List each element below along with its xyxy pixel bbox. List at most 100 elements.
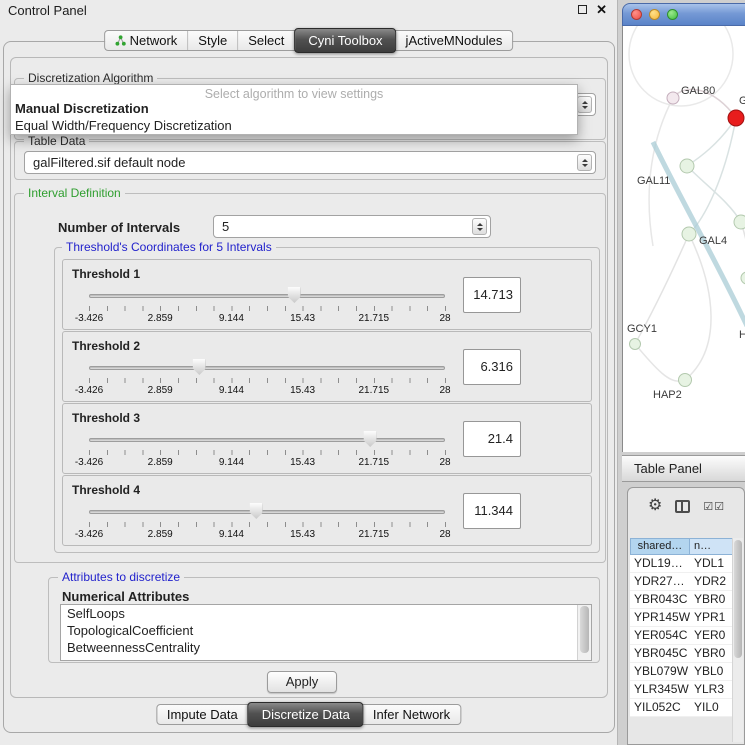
network-node-selected[interactable]: [728, 110, 744, 126]
table-scrollbar[interactable]: [732, 538, 743, 742]
slider-track[interactable]: [89, 366, 445, 370]
table-row[interactable]: YIL052CYIL0: [630, 699, 742, 717]
float-window-icon[interactable]: [578, 5, 587, 14]
threshold-value-field[interactable]: 6.316: [463, 349, 521, 385]
table-data-group-label: Table Data: [24, 134, 89, 148]
scale-label: 9.144: [219, 385, 244, 396]
slider-track[interactable]: [89, 294, 445, 298]
algorithm-dropdown-popup: Select algorithm to view settings Manual…: [10, 84, 578, 135]
tab-jactivemnodules[interactable]: jActiveMNodules: [396, 31, 513, 50]
tab-label: Select: [248, 31, 284, 50]
slider-scale: -3.426 2.859 9.144 15.43 21.715 28: [89, 457, 445, 469]
close-icon[interactable]: ✕: [596, 4, 607, 15]
threshold-value-field[interactable]: 21.4: [463, 421, 521, 457]
slider-thumb[interactable]: [193, 359, 206, 375]
network-window-titlebar[interactable]: [622, 3, 745, 26]
slider-thumb[interactable]: [288, 287, 301, 303]
slider-track[interactable]: [89, 510, 445, 514]
tab-style[interactable]: Style: [188, 31, 238, 50]
number-of-intervals-combobox[interactable]: 5: [213, 215, 491, 238]
threshold-3-slider[interactable]: -3.426 2.859 9.144 15.43 21.715 28: [89, 430, 445, 472]
threshold-1-slider[interactable]: -3.426 2.859 9.144 15.43 21.715 28: [89, 286, 445, 328]
threshold-label: Threshold 4: [72, 483, 140, 497]
apply-button[interactable]: Apply: [267, 671, 337, 693]
combobox-stepper-icon[interactable]: [577, 96, 592, 113]
tab-cyni-toolbox[interactable]: Cyni Toolbox: [294, 28, 396, 53]
network-icon: [115, 35, 126, 46]
table-row[interactable]: YPR145WYPR1: [630, 609, 742, 627]
scale-label: 28: [439, 529, 450, 540]
threshold-2-slider[interactable]: -3.426 2.859 9.144 15.43 21.715 28: [89, 358, 445, 400]
dropdown-option-manual-discretization[interactable]: Manual Discretization: [11, 100, 577, 117]
table-row[interactable]: YBR045CYBR0: [630, 645, 742, 663]
scrollbar-thumb[interactable]: [580, 606, 589, 653]
table-panel-window: ⚙ ☑☑ shared… n… YDL19…YDL1 YDR27…YDR2 YB…: [627, 487, 745, 745]
slider-thumb[interactable]: [364, 431, 377, 447]
tab-impute-data[interactable]: Impute Data: [157, 705, 249, 724]
cell[interactable]: YBR045C: [630, 645, 690, 662]
combobox-stepper-icon[interactable]: [577, 154, 592, 171]
scale-label: 21.715: [359, 529, 390, 540]
table-data-combobox[interactable]: galFiltered.sif default node: [24, 151, 596, 174]
table-row[interactable]: YBR043CYBR0: [630, 591, 742, 609]
slider-thumb[interactable]: [250, 503, 263, 519]
zoom-traffic-light-icon[interactable]: [667, 9, 678, 20]
table-row[interactable]: YDR27…YDR2: [630, 573, 742, 591]
cell[interactable]: YBR043C: [630, 591, 690, 608]
network-node[interactable]: [667, 92, 679, 104]
control-panel-titlebar[interactable]: Control Panel ✕: [0, 0, 617, 22]
cell[interactable]: YER054C: [630, 627, 690, 644]
node-label: GA: [739, 95, 745, 107]
number-of-intervals-value: 5: [222, 216, 229, 237]
table-row[interactable]: YBL079WYBL0: [630, 663, 742, 681]
table-row[interactable]: YER054CYER0: [630, 627, 742, 645]
network-node[interactable]: [734, 215, 745, 229]
cell[interactable]: YDL19…: [630, 555, 690, 572]
cell[interactable]: YBL079W: [630, 663, 690, 680]
list-item[interactable]: TopologicalCoefficient: [61, 622, 591, 639]
network-nodes: [630, 92, 745, 387]
numerical-attributes-list[interactable]: SelfLoops TopologicalCoefficient Between…: [60, 604, 592, 661]
cell[interactable]: YLR345W: [630, 681, 690, 698]
scrollbar-thumb[interactable]: [734, 540, 742, 658]
tab-network[interactable]: Network: [105, 31, 189, 50]
table-rows: YDL19…YDL1 YDR27…YDR2 YBR043CYBR0 YPR145…: [630, 555, 742, 717]
tab-label: Discretize Data: [262, 703, 350, 727]
table-row[interactable]: YLR345WYLR3: [630, 681, 742, 699]
threshold-4-slider[interactable]: -3.426 2.859 9.144 15.43 21.715 28: [89, 502, 445, 544]
tab-infer-network[interactable]: Infer Network: [363, 705, 460, 724]
network-node[interactable]: [682, 227, 696, 241]
gear-icon[interactable]: ⚙: [648, 498, 662, 514]
minimize-traffic-light-icon[interactable]: [649, 9, 660, 20]
network-node[interactable]: [741, 272, 745, 284]
list-item[interactable]: SelfLoops: [61, 605, 591, 622]
slider-track[interactable]: [89, 438, 445, 442]
network-node[interactable]: [630, 339, 641, 350]
threshold-value-field[interactable]: 14.713: [463, 277, 521, 313]
cell[interactable]: YDR27…: [630, 573, 690, 590]
threshold-label: Threshold 1: [72, 267, 140, 281]
network-node[interactable]: [679, 374, 692, 387]
tab-discretize-data[interactable]: Discretize Data: [248, 702, 364, 727]
close-traffic-light-icon[interactable]: [631, 9, 642, 20]
combobox-stepper-icon[interactable]: [472, 218, 487, 235]
cell[interactable]: YIL052C: [630, 699, 690, 716]
network-canvas[interactable]: GAL80 GA GAL11 GAL4 GCY1 H HAP2: [622, 26, 745, 452]
attributes-group-label: Attributes to discretize: [58, 570, 184, 584]
threshold-value-field[interactable]: 11.344: [463, 493, 521, 529]
slider-ticks: [89, 450, 446, 455]
list-scrollbar[interactable]: [577, 605, 591, 660]
column-header-shared-name[interactable]: shared…: [630, 538, 690, 555]
columns-icon[interactable]: [675, 500, 690, 513]
table-row[interactable]: YDL19…YDL1: [630, 555, 742, 573]
tab-select[interactable]: Select: [238, 31, 295, 50]
scale-label: 2.859: [148, 313, 173, 324]
scale-label: 21.715: [359, 457, 390, 468]
network-node[interactable]: [680, 159, 694, 173]
list-item[interactable]: BetweennessCentrality: [61, 639, 591, 656]
select-rows-icon[interactable]: ☑☑: [703, 500, 725, 513]
dropdown-option-equal-width-frequency[interactable]: Equal Width/Frequency Discretization: [11, 117, 577, 134]
bottom-tab-strip: Impute Data Discretize Data Infer Networ…: [156, 704, 461, 725]
cell[interactable]: YPR145W: [630, 609, 690, 626]
window-title: Control Panel: [8, 3, 87, 18]
